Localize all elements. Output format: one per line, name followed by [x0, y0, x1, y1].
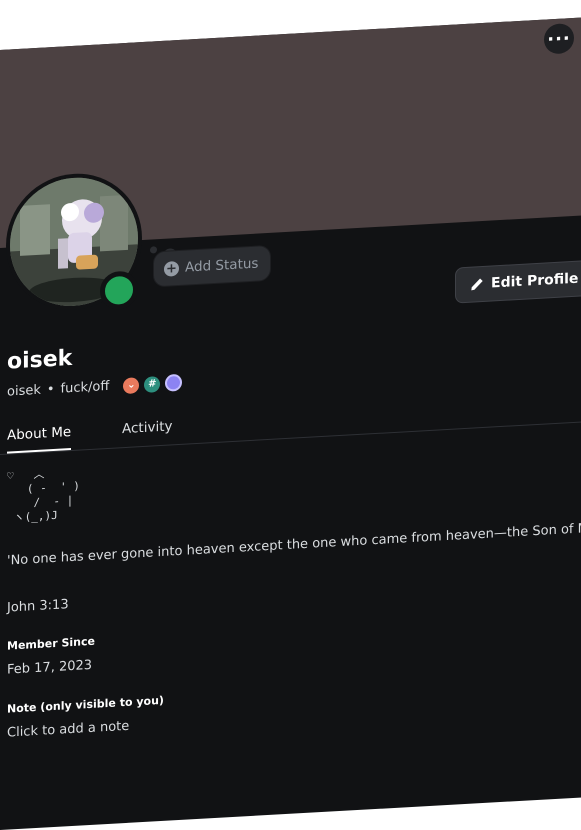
about-me-verse: John 3:13: [7, 597, 69, 616]
plus-circle-icon: +: [164, 260, 179, 277]
note-label: Note (only visible to you): [7, 693, 164, 716]
member-since-value: Feb 17, 2023: [7, 657, 93, 678]
pencil-icon: [471, 278, 483, 291]
ellipsis-icon: ···: [547, 27, 571, 50]
badge-list: ⌄ #: [123, 373, 183, 394]
member-since-label: Member Since: [7, 634, 95, 653]
about-me-ascii-art: ♡ ︿ ( - ' ) / - | ヽ(_,)J: [7, 467, 80, 525]
add-status-label: Add Status: [185, 255, 259, 276]
note-input[interactable]: Click to add a note: [7, 719, 129, 741]
tab-activity[interactable]: Activity: [122, 418, 173, 437]
about-me-quote: 'No one has ever gone into heaven except…: [7, 519, 581, 569]
display-name: oisek: [7, 345, 73, 375]
hypesquad-badge-icon[interactable]: ⌄: [123, 376, 140, 394]
edit-profile-label: Edit Profile: [491, 270, 579, 292]
nitro-badge-icon[interactable]: [165, 373, 183, 392]
hashtag-badge-icon[interactable]: #: [144, 375, 161, 393]
pronouns: fuck/off: [60, 378, 110, 397]
profile-card: ··· + Add Status Edit Profile oisek oise…: [0, 10, 581, 830]
edit-profile-button[interactable]: Edit Profile: [455, 259, 581, 304]
tab-about-me[interactable]: About Me: [7, 424, 71, 444]
username[interactable]: oisek: [7, 383, 41, 400]
add-status-button[interactable]: + Add Status: [153, 244, 272, 288]
separator-dot: •: [46, 381, 55, 398]
user-tagline: oisek • fuck/off ⌄ #: [7, 373, 183, 401]
status-bubble-dot: [150, 246, 157, 254]
online-status-indicator: [100, 270, 138, 311]
